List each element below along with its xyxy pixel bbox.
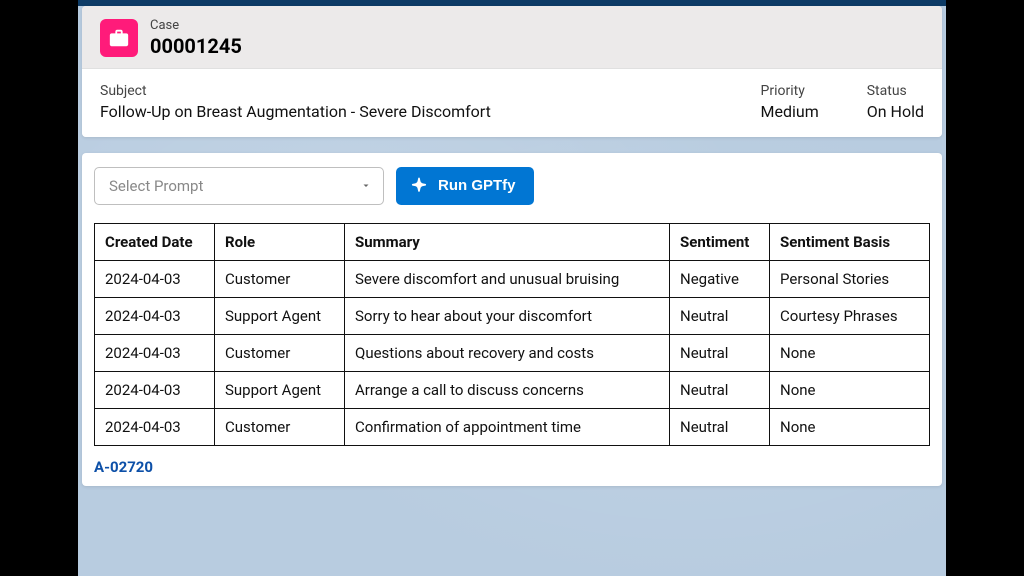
col-created-date: Created Date bbox=[95, 223, 215, 260]
case-icon bbox=[100, 19, 138, 57]
subject-field: Subject Follow-Up on Breast Augmentation… bbox=[100, 83, 713, 121]
cell-role: Customer bbox=[215, 334, 345, 371]
entity-label: Case bbox=[150, 18, 242, 34]
cell-basis: Personal Stories bbox=[770, 260, 930, 297]
case-number: 00001245 bbox=[150, 34, 242, 58]
cell-summary: Confirmation of appointment time bbox=[345, 408, 670, 445]
col-sentiment-basis: Sentiment Basis bbox=[770, 223, 930, 260]
table-row: 2024-04-03 Support Agent Sorry to hear a… bbox=[95, 297, 930, 334]
cell-role: Support Agent bbox=[215, 371, 345, 408]
case-title-block: Case 00001245 bbox=[150, 18, 242, 58]
cell-basis: None bbox=[770, 408, 930, 445]
app-frame: Case 00001245 Subject Follow-Up on Breas… bbox=[78, 0, 946, 576]
cell-role: Customer bbox=[215, 408, 345, 445]
prompt-select-wrap[interactable]: Select Prompt bbox=[94, 167, 384, 205]
subject-value: Follow-Up on Breast Augmentation - Sever… bbox=[100, 102, 713, 121]
prompt-select[interactable]: Select Prompt bbox=[94, 167, 384, 205]
cell-sentiment: Neutral bbox=[670, 371, 770, 408]
table-header-row: Created Date Role Summary Sentiment Sent… bbox=[95, 223, 930, 260]
cell-summary: Severe discomfort and unusual bruising bbox=[345, 260, 670, 297]
col-summary: Summary bbox=[345, 223, 670, 260]
cell-date: 2024-04-03 bbox=[95, 408, 215, 445]
table-row: 2024-04-03 Customer Questions about reco… bbox=[95, 334, 930, 371]
status-field: Status On Hold bbox=[867, 83, 924, 121]
cell-date: 2024-04-03 bbox=[95, 297, 215, 334]
cell-sentiment: Neutral bbox=[670, 334, 770, 371]
cell-basis: Courtesy Phrases bbox=[770, 297, 930, 334]
main-card: Select Prompt Run GPTfy Created Date Rol… bbox=[82, 153, 942, 486]
record-link[interactable]: A-02720 bbox=[94, 458, 930, 476]
table-body: 2024-04-03 Customer Severe discomfort an… bbox=[95, 260, 930, 445]
run-button-label: Run GPTfy bbox=[438, 177, 516, 194]
cell-basis: None bbox=[770, 334, 930, 371]
cell-summary: Questions about recovery and costs bbox=[345, 334, 670, 371]
status-label: Status bbox=[867, 83, 924, 99]
cell-role: Customer bbox=[215, 260, 345, 297]
table-row: 2024-04-03 Support Agent Arrange a call … bbox=[95, 371, 930, 408]
cell-sentiment: Neutral bbox=[670, 408, 770, 445]
run-gptfy-button[interactable]: Run GPTfy bbox=[396, 167, 534, 205]
cell-role: Support Agent bbox=[215, 297, 345, 334]
cell-date: 2024-04-03 bbox=[95, 334, 215, 371]
case-details-row: Subject Follow-Up on Breast Augmentation… bbox=[82, 69, 942, 137]
cell-summary: Arrange a call to discuss concerns bbox=[345, 371, 670, 408]
priority-field: Priority Medium bbox=[761, 83, 819, 121]
cell-sentiment: Negative bbox=[670, 260, 770, 297]
case-header-top: Case 00001245 bbox=[82, 6, 942, 69]
priority-value: Medium bbox=[761, 102, 819, 121]
conversation-table: Created Date Role Summary Sentiment Sent… bbox=[94, 223, 930, 446]
priority-label: Priority bbox=[761, 83, 819, 99]
col-role: Role bbox=[215, 223, 345, 260]
subject-label: Subject bbox=[100, 83, 713, 99]
sparkle-icon bbox=[408, 175, 430, 197]
cell-summary: Sorry to hear about your discomfort bbox=[345, 297, 670, 334]
case-header-card: Case 00001245 Subject Follow-Up on Breas… bbox=[82, 6, 942, 137]
cell-date: 2024-04-03 bbox=[95, 260, 215, 297]
col-sentiment: Sentiment bbox=[670, 223, 770, 260]
cell-sentiment: Neutral bbox=[670, 297, 770, 334]
controls-row: Select Prompt Run GPTfy bbox=[94, 167, 930, 205]
cell-date: 2024-04-03 bbox=[95, 371, 215, 408]
status-value: On Hold bbox=[867, 102, 924, 121]
table-row: 2024-04-03 Customer Severe discomfort an… bbox=[95, 260, 930, 297]
table-row: 2024-04-03 Customer Confirmation of appo… bbox=[95, 408, 930, 445]
cell-basis: None bbox=[770, 371, 930, 408]
